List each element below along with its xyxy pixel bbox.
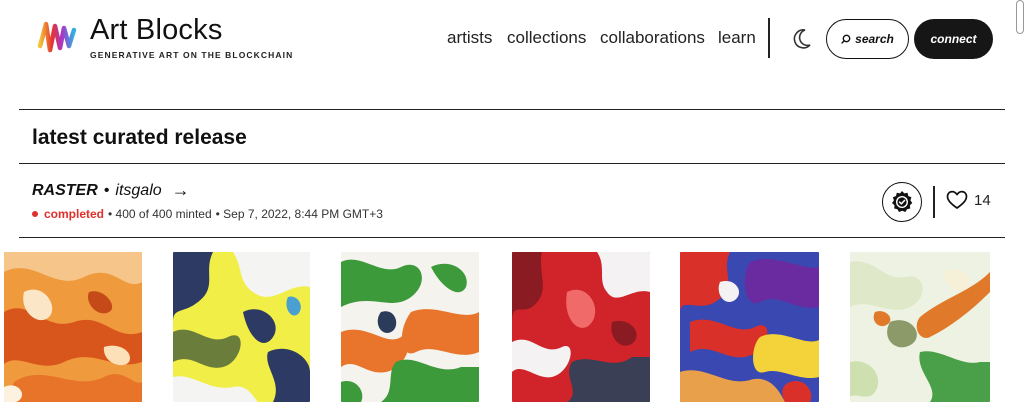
project-name[interactable]: RASTER [32,182,98,200]
divider-gallery [19,237,1005,238]
action-divider [933,186,935,218]
site-header: Art Blocks GENERATIVE ART ON THE BLOCKCH… [0,0,1024,78]
like-count: 14 [974,191,991,209]
divider-top [19,109,1005,110]
verified-badge-icon [892,191,913,212]
minted-count: • 400 of 400 minted [108,207,212,221]
nav-item-collections[interactable]: collections [507,28,586,48]
artwork-thumbnail-2[interactable] [173,252,310,402]
search-button[interactable]: search [826,19,909,59]
project-meta: completed • 400 of 400 minted • Sep 7, 2… [32,207,383,221]
divider-section [19,163,1005,164]
release-date: • Sep 7, 2022, 8:44 PM GMT+3 [215,207,383,221]
project-header[interactable]: RASTER • itsgalo → [32,180,190,201]
connect-button[interactable]: connect [914,19,993,59]
nav-divider [768,18,770,58]
connect-label: connect [930,32,977,46]
arrow-right-icon[interactable]: → [172,180,190,201]
search-icon [841,34,851,44]
artwork-thumbnail-6[interactable] [850,252,990,402]
moon-icon[interactable] [792,28,812,50]
brand-name[interactable]: Art Blocks [90,14,223,47]
nav-item-artists[interactable]: artists [447,28,492,48]
art-blocks-logo-icon[interactable] [32,12,82,62]
like-button[interactable]: 14 [946,190,991,210]
artwork-thumbnail-5[interactable] [680,252,819,402]
artwork-thumbnail-1[interactable] [4,252,142,402]
heart-icon [946,190,968,209]
status-dot-icon [32,211,38,217]
brand-tagline: GENERATIVE ART ON THE BLOCKCHAIN [90,50,294,60]
nav-item-collaborations[interactable]: collaborations [600,28,705,48]
scrollbar-thumb[interactable] [1016,0,1024,34]
status-badge: completed [44,207,105,221]
artwork-thumbnail-4[interactable] [512,252,650,402]
project-artist[interactable]: itsgalo [115,182,161,200]
search-label: search [855,32,894,46]
curated-badge-button[interactable] [882,182,922,222]
section-title: latest curated release [32,126,247,149]
artwork-gallery [0,252,1024,410]
project-separator: • [103,181,110,199]
nav-item-learn[interactable]: learn [718,28,756,48]
artwork-thumbnail-3[interactable] [341,252,479,402]
